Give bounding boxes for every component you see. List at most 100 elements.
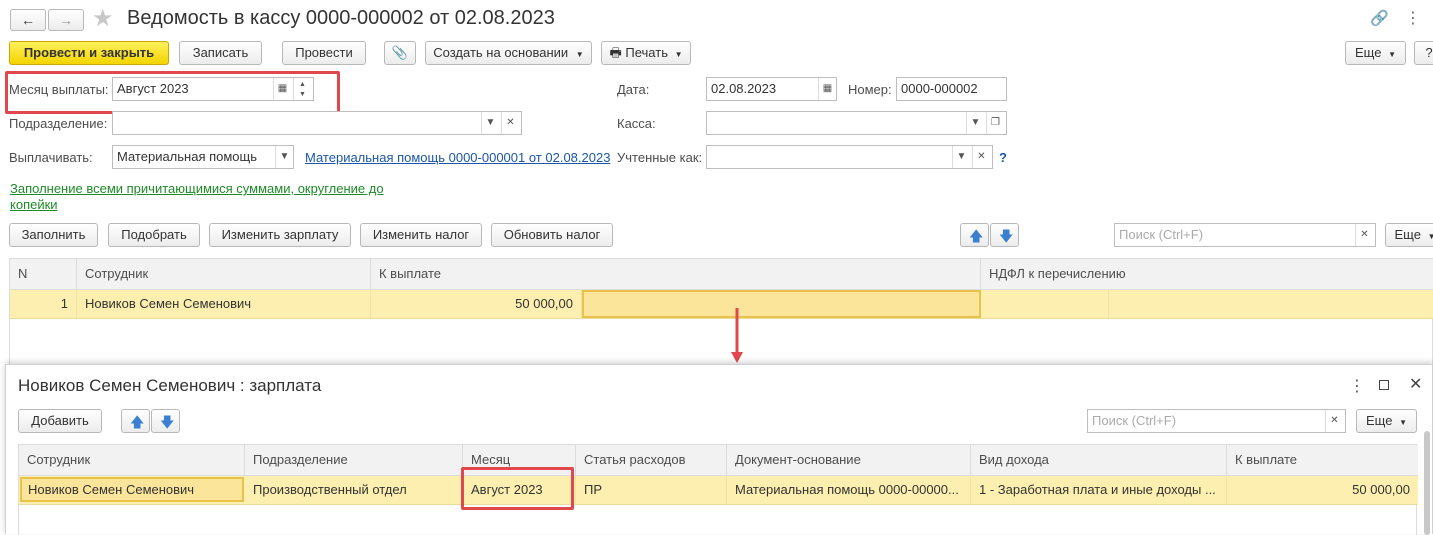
sub-more-button[interactable]: Еще ▼ [1356, 409, 1417, 433]
table-row[interactable]: Новиков Семен Семенович Производственный… [19, 476, 1418, 505]
col-employee[interactable]: Сотрудник [77, 259, 371, 289]
search-input[interactable]: Поиск (Ctrl+F) ✕ [1114, 223, 1376, 247]
printer-icon: 🖶 [609, 45, 622, 60]
dropdown-arrow-icon: ▼ [674, 50, 683, 59]
subwindow-menu-icon[interactable]: ⋮ [1349, 376, 1365, 396]
fill-settings-link[interactable]: Заполнение всеми причитающимися суммами,… [10, 181, 400, 213]
dropdown-arrow-icon: ▼ [1427, 232, 1433, 241]
counted-field[interactable]: ▼ ✕ [706, 145, 993, 169]
row-extra [1109, 290, 1433, 318]
save-button[interactable]: Записать [179, 41, 262, 65]
table-more-button[interactable]: Еще ▼ [1385, 223, 1433, 247]
col-ndfl[interactable]: НДФЛ к перечислению [981, 259, 1433, 289]
clear-icon[interactable]: ✕ [1325, 410, 1343, 432]
date-field[interactable]: 02.08.2023 ▦ [706, 77, 837, 101]
number-field[interactable]: 0000-000002 [896, 77, 1007, 101]
print-button[interactable]: 🖶 Печать ▼ [601, 41, 691, 65]
move-down-button[interactable]: 🡇 [990, 223, 1019, 247]
col-n[interactable]: N [10, 259, 77, 289]
window-title: Ведомость в кассу 0000-000002 от 02.08.2… [127, 7, 555, 29]
row-expense: ПР [576, 476, 727, 504]
link-icon[interactable]: 🔗 [1370, 9, 1389, 27]
row-document: Материальная помощь 0000-00000... [727, 476, 971, 504]
col-amount[interactable]: К выплате [1227, 445, 1418, 475]
create-based-button[interactable]: Создать на основании ▼ [425, 41, 592, 65]
row-ndfl [981, 290, 1109, 318]
clear-icon[interactable]: ✕ [1355, 224, 1373, 246]
move-up-button[interactable]: 🡅 [960, 223, 989, 247]
row-employee[interactable]: Новиков Семен Семенович [20, 477, 244, 502]
arrow-up-icon: 🡅 [969, 228, 984, 244]
row-division: Производственный отдел [245, 476, 463, 504]
row-n: 1 [10, 290, 77, 318]
post-button[interactable]: Провести [282, 41, 366, 65]
row-amount-detail-cell[interactable] [582, 290, 981, 318]
sub-move-up-button[interactable]: 🡅 [121, 409, 150, 433]
close-icon[interactable]: ✕ [1409, 374, 1422, 394]
maximize-icon[interactable] [1379, 380, 1389, 390]
cash-field[interactable]: ▼ ❐ [706, 111, 1007, 135]
paperclip-icon: 📎 [391, 45, 409, 60]
row-employee: Новиков Семен Семенович [77, 290, 371, 318]
post-and-close-button[interactable]: Провести и закрыть [9, 41, 169, 65]
main-table-header: N Сотрудник К выплате НДФЛ к перечислени… [10, 259, 1433, 290]
more-button[interactable]: Еще ▼ [1345, 41, 1406, 65]
date-label: Дата: [617, 82, 650, 97]
arrow-down-icon: 🡇 [999, 228, 1014, 244]
clear-icon[interactable]: ✕ [972, 146, 990, 168]
month-highlight [5, 71, 340, 114]
payment-document-link[interactable]: Материальная помощь 0000-000001 от 02.08… [305, 150, 610, 165]
table-row[interactable]: 1 Новиков Семен Семенович 50 000,00 [10, 290, 1433, 319]
number-label: Номер: [848, 82, 892, 97]
help-button[interactable]: ? [1414, 41, 1433, 65]
row-income-type: 1 - Заработная плата и иные доходы ... [971, 476, 1227, 504]
clear-icon[interactable]: ✕ [501, 112, 519, 134]
sub-move-down-button[interactable]: 🡇 [151, 409, 180, 433]
open-icon[interactable]: ❐ [986, 112, 1004, 134]
cash-label: Касса: [617, 116, 656, 131]
division-field[interactable]: ▼ ✕ [112, 111, 522, 135]
month-cell-highlight [461, 467, 574, 510]
arrow-left-icon: ← [21, 12, 35, 28]
calendar-icon[interactable]: ▦ [818, 78, 836, 100]
dropdown-arrow-icon[interactable]: ▼ [275, 146, 293, 168]
col-income-type[interactable]: Вид дохода [971, 445, 1227, 475]
arrow-down-icon: 🡇 [160, 414, 175, 430]
col-expense[interactable]: Статья расходов [576, 445, 727, 475]
col-amount[interactable]: К выплате [371, 259, 981, 289]
main-table: N Сотрудник К выплате НДФЛ к перечислени… [9, 258, 1433, 364]
attachments-button[interactable]: 📎 [384, 41, 416, 65]
arrow-up-icon: 🡅 [130, 414, 145, 430]
add-button[interactable]: Добавить [18, 409, 102, 433]
dropdown-arrow-icon[interactable]: ▼ [952, 146, 970, 168]
arrow-right-icon: → [59, 12, 73, 28]
change-salary-button[interactable]: Изменить зарплату [209, 223, 351, 247]
forward-button[interactable]: → [48, 9, 84, 31]
counted-label: Учтенные как: [617, 150, 703, 165]
change-tax-button[interactable]: Изменить налог [360, 223, 482, 247]
row-amount: 50 000,00 [1352, 482, 1410, 497]
sub-table-header: Сотрудник Подразделение Месяц Статья рас… [19, 445, 1418, 476]
pay-label: Выплачивать: [9, 150, 93, 165]
col-division[interactable]: Подразделение [245, 445, 463, 475]
fill-button[interactable]: Заполнить [9, 223, 98, 247]
dropdown-arrow-icon[interactable]: ▼ [481, 112, 499, 134]
dropdown-arrow-icon[interactable]: ▼ [966, 112, 984, 134]
row-amount: 50 000,00 [371, 290, 582, 318]
division-label: Подразделение: [9, 116, 108, 131]
update-tax-button[interactable]: Обновить налог [491, 223, 613, 247]
favorite-star-icon[interactable]: ★ [92, 4, 114, 33]
dropdown-arrow-icon: ▼ [1388, 50, 1396, 59]
select-button[interactable]: Подобрать [108, 223, 200, 247]
col-employee[interactable]: Сотрудник [19, 445, 245, 475]
annotation-arrow [731, 308, 743, 363]
sub-search-input[interactable]: Поиск (Ctrl+F) ✕ [1087, 409, 1346, 433]
pay-field[interactable]: Материальная помощь ▼ [112, 145, 294, 169]
dropdown-arrow-icon: ▼ [1399, 418, 1407, 427]
col-document[interactable]: Документ-основание [727, 445, 971, 475]
window-menu-icon[interactable]: ⋮ [1405, 8, 1421, 28]
counted-help-link[interactable]: ? [999, 150, 1007, 165]
scrollbar[interactable] [1424, 431, 1430, 535]
subwindow-title: Новиков Семен Семенович : зарплата [18, 376, 322, 395]
back-button[interactable]: ← [10, 9, 46, 31]
